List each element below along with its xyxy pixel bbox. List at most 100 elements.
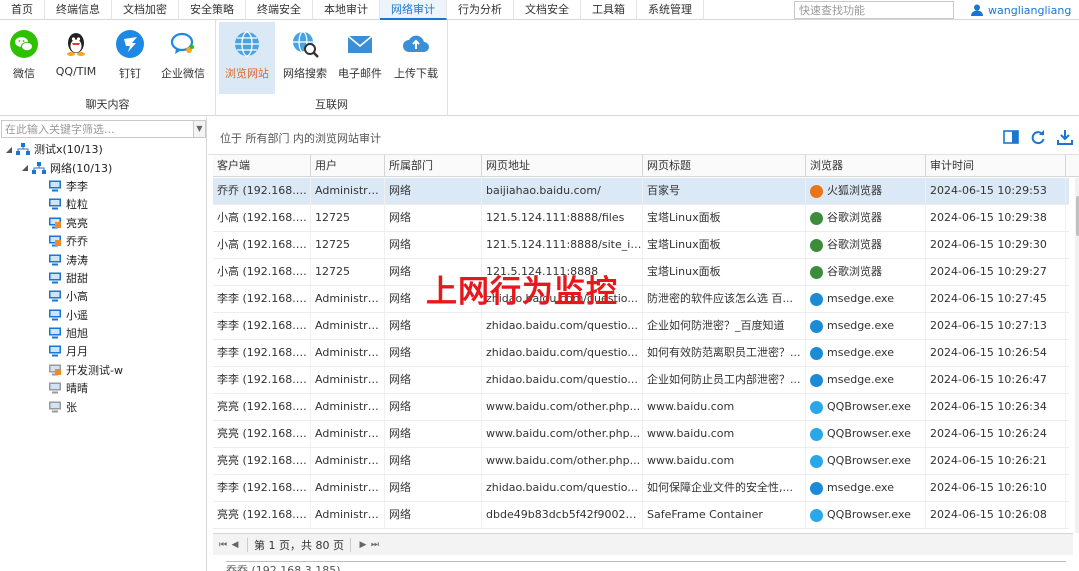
- last-page-icon[interactable]: ⏭: [369, 540, 381, 550]
- tree-user-2[interactable]: 亮亮: [0, 214, 206, 232]
- table-cell: baijiahao.baidu.com/: [482, 178, 643, 204]
- qq-button[interactable]: QQ/TIM: [48, 22, 104, 94]
- menu-item-9[interactable]: 工具箱: [581, 0, 637, 20]
- browser-icon: [810, 292, 823, 306]
- wechat-label: 微信: [13, 67, 35, 80]
- tree-user-3[interactable]: 乔乔: [0, 232, 206, 250]
- tree-node-label: 甜甜: [66, 271, 88, 285]
- next-page-icon[interactable]: ▶: [357, 540, 369, 550]
- table-cell: Administra...: [311, 394, 385, 420]
- table-cell: 李李 (192.168.3...: [213, 313, 311, 339]
- user-menu[interactable]: wangliangliang: [970, 0, 1071, 20]
- web-search-button[interactable]: 网络搜索: [277, 22, 333, 94]
- column-header-4[interactable]: 网页标题: [643, 155, 806, 177]
- expand-arrow-icon[interactable]: ◢: [4, 145, 14, 154]
- browser-cell: 火狐浏览器: [806, 178, 926, 204]
- table-cell: zhidao.baidu.com/questio...: [482, 367, 643, 393]
- tree-user-10[interactable]: 开发测试-w: [0, 361, 206, 379]
- tree-user-9[interactable]: 月月: [0, 342, 206, 360]
- tree-filter-input[interactable]: [1, 120, 194, 138]
- browser-icon: [810, 373, 823, 387]
- upload-download-button[interactable]: 上传下载: [388, 22, 444, 94]
- tree-user-0[interactable]: 李李: [0, 177, 206, 195]
- quick-search-input[interactable]: [794, 1, 954, 19]
- tree-user-5[interactable]: 甜甜: [0, 269, 206, 287]
- column-header-2[interactable]: 所属部门: [385, 155, 482, 177]
- table-row[interactable]: 乔乔 (192.168.3... Administra... 网络 baijiahao…: [213, 178, 1069, 205]
- table-row[interactable]: 小高 (192.168.3... 12725 网络 121.5.124.111:888…: [213, 232, 1069, 259]
- tree-user-7[interactable]: 小遥: [0, 306, 206, 324]
- browser-icon: [810, 481, 823, 495]
- table-row[interactable]: 李李 (192.168.3... Administra... 网络 zhidao.ba…: [213, 313, 1069, 340]
- tree-user-1[interactable]: 粒粒: [0, 195, 206, 213]
- prev-page-icon[interactable]: ◀: [229, 540, 241, 550]
- tree-user-6[interactable]: 小高: [0, 287, 206, 305]
- table-cell: 12725: [311, 259, 385, 285]
- table-cell: zhidao.baidu.com/questio...: [482, 475, 643, 501]
- department-panel: ▼ ◢ 测试x(10/13) ◢ 网络(10/13) 李李粒粒亮亮乔乔涛涛甜甜小高小遥旭…: [0, 117, 207, 571]
- tree-group[interactable]: ◢ 网络(10/13): [0, 158, 206, 176]
- table-row[interactable]: 亮亮 (192.168.3... Administra... 网络 www.baidu…: [213, 421, 1069, 448]
- browser-cell: QQBrowser.exe: [806, 448, 926, 474]
- refresh-icon[interactable]: [1030, 129, 1046, 145]
- table-cell: 宝塔Linux面板: [643, 205, 806, 231]
- browser-icon: [810, 319, 823, 333]
- table-row[interactable]: 李李 (192.168.3... Administra... 网络 zhidao.ba…: [213, 475, 1069, 502]
- menu-item-2[interactable]: 文档加密: [112, 0, 179, 20]
- browser-name: 谷歌浏览器: [827, 265, 882, 278]
- computer-icon: [48, 327, 62, 339]
- menu-item-4[interactable]: 终端安全: [246, 0, 313, 20]
- menu-item-10[interactable]: 系统管理: [637, 0, 704, 20]
- column-settings-icon[interactable]: [1003, 129, 1019, 145]
- dingding-button[interactable]: 钉钉: [102, 22, 158, 94]
- table-cell: 网络: [385, 313, 482, 339]
- table-row[interactable]: 李李 (192.168.3... Administra... 网络 zhidao.ba…: [213, 286, 1069, 313]
- export-download-icon[interactable]: [1057, 129, 1073, 145]
- browser-cell: 谷歌浏览器: [806, 205, 926, 231]
- menu-item-7[interactable]: 行为分析: [447, 0, 514, 20]
- detail-status: 乔乔 (192.168.3.185): [226, 561, 1066, 571]
- wechat-button[interactable]: 微信: [0, 22, 52, 94]
- column-header-3[interactable]: 网页地址: [482, 155, 643, 177]
- column-header-5[interactable]: 浏览器: [806, 155, 926, 177]
- tree-user-8[interactable]: 旭旭: [0, 324, 206, 342]
- column-header-6[interactable]: 审计时间: [926, 155, 1066, 177]
- browse-website-button[interactable]: 浏览网站: [219, 22, 275, 94]
- tree-user-4[interactable]: 涛涛: [0, 250, 206, 268]
- browser-name: 谷歌浏览器: [827, 238, 882, 251]
- browse-website-label: 浏览网站: [225, 67, 269, 80]
- table-row[interactable]: 李李 (192.168.3... Administra... 网络 zhidao.ba…: [213, 340, 1069, 367]
- table-cell: 2024-06-15 10:29:38: [926, 205, 1066, 231]
- table-cell: 2024-06-15 10:26:24: [926, 421, 1066, 447]
- menu-item-8[interactable]: 文档安全: [514, 0, 581, 20]
- email-button[interactable]: 电子邮件: [332, 22, 388, 94]
- table-row[interactable]: 李李 (192.168.3... Administra... 网络 zhidao.ba…: [213, 367, 1069, 394]
- column-header-0[interactable]: 客户端: [213, 155, 311, 177]
- menu-item-5[interactable]: 本地审计: [313, 0, 380, 20]
- table-cell: 小高 (192.168.3...: [213, 205, 311, 231]
- wework-button[interactable]: 企业微信: [155, 22, 211, 94]
- menu-item-0[interactable]: 首页: [0, 0, 45, 20]
- menu-item-3[interactable]: 安全策略: [179, 0, 246, 20]
- tree-user-12[interactable]: 张: [0, 397, 206, 415]
- table-row[interactable]: 亮亮 (192.168.3... Administra... 网络 www.baidu…: [213, 394, 1069, 421]
- menu-item-6[interactable]: 网络审计: [380, 0, 447, 20]
- table-row[interactable]: 小高 (192.168.3... 12725 网络 121.5.124.111:888…: [213, 205, 1069, 232]
- envelope-icon: [344, 28, 376, 60]
- chevron-down-icon[interactable]: ▼: [194, 120, 206, 138]
- tree-user-11[interactable]: 晴晴: [0, 379, 206, 397]
- column-header-1[interactable]: 用户: [311, 155, 385, 177]
- table-cell: 2024-06-15 10:29:53: [926, 178, 1066, 204]
- table-cell: 李李 (192.168.3...: [213, 475, 311, 501]
- table-row[interactable]: 亮亮 (192.168.3... Administra... 网络 www.baidu…: [213, 448, 1069, 475]
- table-row[interactable]: 小高 (192.168.3... 12725 网络 121.5.124.111:888…: [213, 259, 1069, 286]
- vertical-scrollbar[interactable]: [1075, 178, 1079, 533]
- first-page-icon[interactable]: ⏮: [217, 540, 229, 550]
- table-cell: 企业如何防泄密？_百度知道: [643, 313, 806, 339]
- wework-icon: [167, 28, 199, 60]
- table-row[interactable]: 亮亮 (192.168.3... Administra... 网络 dbde49b83…: [213, 502, 1069, 529]
- tree-root[interactable]: ◢ 测试x(10/13): [0, 140, 206, 158]
- table-cell: 宝塔Linux面板: [643, 232, 806, 258]
- expand-arrow-icon[interactable]: ◢: [20, 163, 30, 172]
- menu-item-1[interactable]: 终端信息: [45, 0, 112, 20]
